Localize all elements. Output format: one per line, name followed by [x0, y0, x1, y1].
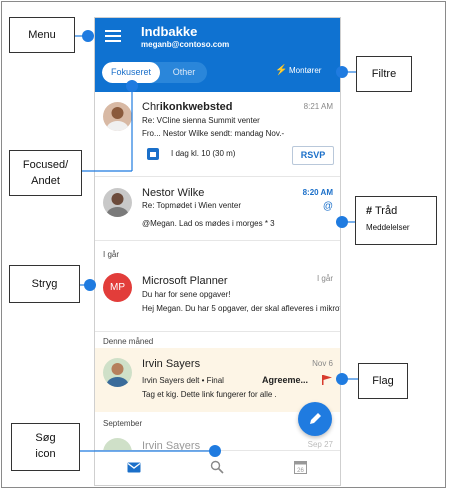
- thread-title: Tråd: [374, 205, 398, 217]
- callout-filters: Filtre: [356, 56, 412, 92]
- callout-focused-line1: Focused/: [22, 159, 69, 171]
- callout-dot: [84, 279, 96, 291]
- thread-hash: #: [366, 205, 373, 217]
- thread-subtitle: Meddelelser: [366, 223, 410, 232]
- callout-search-line1: Søg: [35, 432, 56, 444]
- callout-dot: [209, 445, 221, 457]
- callout-dot: [126, 80, 138, 92]
- callout-search: Søg icon: [11, 423, 80, 471]
- callout-focused-line2: Andet: [31, 175, 60, 187]
- callout-dot: [336, 66, 348, 78]
- callout-search-line2: icon: [35, 448, 56, 460]
- callout-swipe: Stryg: [9, 265, 80, 303]
- callout-thread: # Tråd Meddelelser: [355, 196, 437, 245]
- callout-menu: Menu: [9, 17, 75, 53]
- callout-flag: Flag: [358, 363, 408, 399]
- callout-dot: [336, 373, 348, 385]
- callout-focused-other: Focused/ Andet: [9, 150, 82, 196]
- callout-dot: [336, 216, 348, 228]
- callout-dot: [82, 30, 94, 42]
